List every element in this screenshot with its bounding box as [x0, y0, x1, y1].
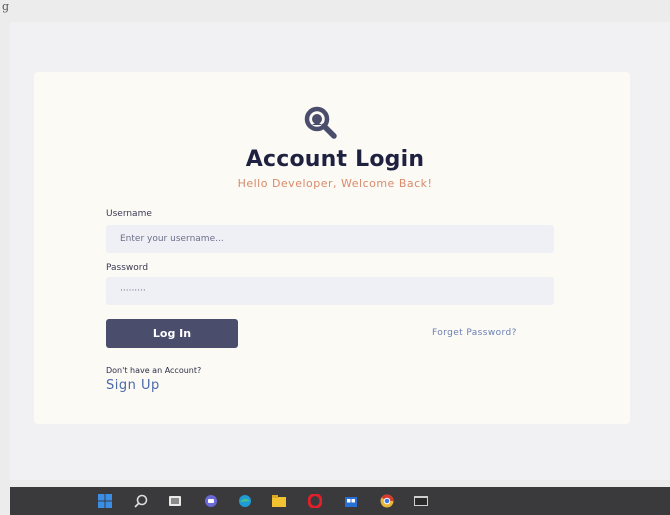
password-label: Password	[106, 263, 149, 273]
task-view-icon[interactable]	[168, 494, 182, 508]
opera-icon[interactable]	[308, 494, 322, 508]
terminal-icon[interactable]	[414, 494, 428, 508]
taskbar	[10, 487, 670, 515]
chrome-icon[interactable]	[380, 494, 394, 508]
search-icon[interactable]	[134, 494, 148, 508]
username-input[interactable]: Enter your username...	[106, 225, 554, 253]
password-value: ·········	[120, 286, 146, 296]
page-title: Account Login	[245, 147, 425, 172]
login-button-label: Log In	[152, 327, 192, 340]
password-input[interactable]: ·········	[106, 277, 554, 305]
chat-icon[interactable]	[204, 494, 218, 508]
edge-icon[interactable]	[238, 494, 252, 508]
page-subtitle: Hello Developer, Welcome Back!	[237, 177, 433, 190]
signup-link[interactable]: Sign Up	[106, 378, 160, 393]
no-account-text: Don't have an Account?	[106, 366, 202, 375]
username-label: Username	[106, 209, 152, 219]
forgot-password-link[interactable]: Forget Password?	[432, 328, 517, 338]
magnifier-logo-icon	[304, 106, 337, 139]
top-label: g	[2, 0, 10, 13]
store-icon[interactable]	[344, 494, 358, 508]
login-button[interactable]: Log In	[106, 319, 238, 348]
username-placeholder: Enter your username...	[120, 234, 224, 244]
file-explorer-icon[interactable]	[272, 494, 286, 508]
windows-start-icon[interactable]	[98, 494, 112, 508]
